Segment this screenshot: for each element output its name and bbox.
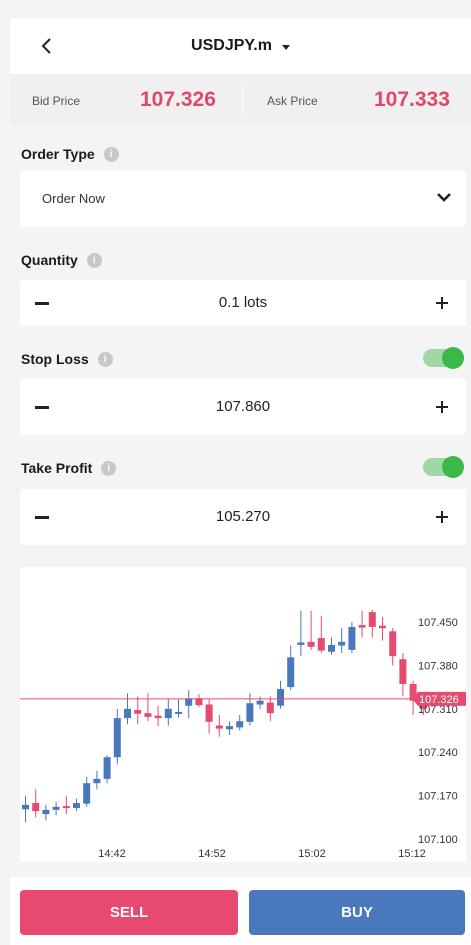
take-profit-label: Take Profit i: [21, 460, 117, 476]
candle-body: [348, 626, 356, 650]
candle-body: [226, 726, 233, 730]
price-chart[interactable]: 107.450 107.380 107.310 107.240 107.170 107.1…: [20, 567, 466, 862]
chevron-down-icon: [437, 193, 451, 202]
take-profit-increase-button[interactable]: [436, 511, 448, 523]
ask-price-value: 107.333: [374, 88, 450, 111]
current-price-label: 107.326: [419, 694, 459, 706]
y-tick-label: 107.380: [418, 660, 458, 672]
symbol-selector[interactable]: USDJPY.m: [10, 18, 471, 74]
quantity-increase-button[interactable]: [436, 297, 448, 309]
candle-body: [205, 704, 213, 722]
candle-body: [368, 612, 376, 627]
candle-body: [32, 803, 40, 812]
candle-body: [266, 702, 274, 714]
x-tick-label: 14:42: [98, 848, 126, 860]
candle-body: [73, 803, 80, 808]
candle-body: [399, 659, 407, 684]
candle-body: [164, 708, 172, 719]
candlestick-chart: 107.450107.380107.310107.240107.170107.1…: [20, 609, 466, 860]
candle-body: [307, 641, 315, 647]
info-icon[interactable]: i: [101, 460, 117, 476]
order-type-value: Order Now: [42, 191, 105, 206]
bid-price-value: 107.326: [140, 88, 216, 111]
buy-button[interactable]: BUY: [249, 890, 465, 935]
take-profit-stepper: 105.270: [20, 489, 466, 545]
candle-body: [62, 806, 70, 809]
info-icon[interactable]: i: [86, 252, 102, 268]
y-tick-label: 107.450: [418, 617, 458, 629]
candle-body: [287, 657, 295, 688]
stop-loss-increase-button[interactable]: [436, 401, 448, 413]
candle-body: [124, 708, 131, 719]
stop-loss-stepper: 107.860: [20, 379, 466, 435]
header: USDJPY.m: [10, 18, 471, 75]
candle-body: [93, 778, 101, 784]
toggle-knob: [442, 347, 464, 369]
stop-loss-label: Stop Loss i: [21, 351, 113, 367]
info-icon[interactable]: i: [103, 146, 119, 162]
candle-body: [113, 718, 121, 758]
candle-body: [328, 644, 335, 652]
take-profit-label-text: Take Profit: [21, 460, 93, 476]
candle-body: [256, 700, 264, 705]
y-tick-label: 107.170: [418, 791, 458, 803]
x-tick-label: 14:52: [198, 848, 226, 860]
candle-body: [42, 809, 50, 815]
sell-button[interactable]: SELL: [20, 890, 238, 935]
price-divider: [242, 85, 243, 115]
toggle-knob: [442, 456, 464, 478]
candle-body: [154, 715, 162, 719]
page-title: USDJPY.m: [191, 37, 272, 54]
price-bar: Bid Price 107.326 Ask Price 107.333: [10, 75, 471, 125]
candle-body: [358, 625, 366, 628]
x-tick-label: 15:02: [298, 848, 326, 860]
quantity-label: Quantity i: [21, 252, 102, 268]
candle-body: [83, 783, 91, 804]
y-tick-label: 107.240: [418, 747, 458, 759]
info-icon[interactable]: i: [97, 351, 113, 367]
candle-body: [379, 625, 386, 629]
ask-price-label: Ask Price: [267, 94, 318, 108]
order-type-label-text: Order Type: [21, 146, 95, 162]
order-type-dropdown[interactable]: Order Now: [20, 171, 466, 227]
candle-body: [338, 641, 346, 646]
candle-body: [52, 806, 60, 810]
bid-price-label: Bid Price: [32, 94, 81, 108]
stop-loss-toggle[interactable]: [423, 347, 464, 369]
candle-body: [103, 757, 111, 779]
candle-body: [277, 688, 284, 706]
candle-body: [22, 804, 29, 810]
caret-down-icon: [281, 44, 290, 50]
x-tick-label: 15:12: [398, 848, 426, 860]
footer: SELL BUY: [10, 877, 471, 945]
candle-body: [246, 703, 254, 722]
candle-body: [144, 713, 152, 717]
stop-loss-label-text: Stop Loss: [21, 351, 89, 367]
stop-loss-value[interactable]: 107.860: [20, 398, 466, 415]
candle-body: [389, 631, 397, 657]
candle-body: [317, 638, 325, 651]
candle-body: [215, 725, 223, 729]
y-tick-label: 107.100: [418, 834, 458, 846]
take-profit-value[interactable]: 105.270: [20, 508, 466, 525]
quantity-value[interactable]: 0.1 lots: [20, 294, 466, 311]
candle-body: [134, 710, 142, 714]
take-profit-toggle[interactable]: [423, 456, 464, 478]
candle-body: [236, 721, 244, 728]
order-type-label: Order Type i: [21, 146, 119, 162]
quantity-label-text: Quantity: [21, 252, 78, 268]
quantity-stepper: 0.1 lots: [20, 280, 466, 326]
candle-body: [297, 642, 305, 645]
candle-body: [175, 711, 182, 714]
